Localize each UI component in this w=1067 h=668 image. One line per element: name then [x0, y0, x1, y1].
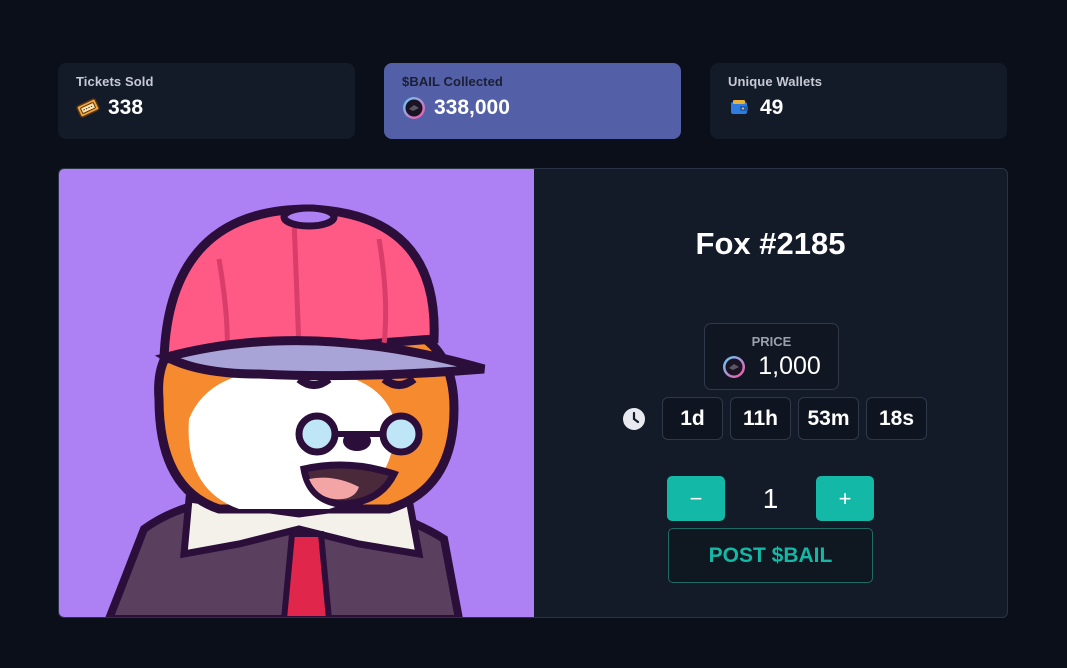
increment-button[interactable]: + — [816, 476, 874, 521]
timer-minutes: 53m — [798, 397, 859, 440]
stat-value: 338,000 — [434, 96, 510, 119]
wallet-icon — [731, 100, 748, 114]
decrement-button[interactable]: − — [667, 476, 725, 521]
nft-title: Fox #2185 — [695, 226, 846, 261]
quantity-stepper: − 1 + — [667, 476, 874, 521]
stat-card-bail-collected: $BAIL Collected 338,000 — [384, 63, 681, 139]
ticket-icon — [76, 98, 100, 118]
stat-card-tickets-sold: Tickets Sold 338 — [58, 63, 355, 139]
price-value: 1,000 — [758, 352, 821, 380]
quantity-value[interactable]: 1 — [725, 483, 816, 515]
fox-illustration — [105, 204, 486, 617]
timer-seconds: 18s — [866, 397, 927, 440]
bail-token-icon — [723, 355, 746, 378]
stat-label: $BAIL Collected — [402, 74, 503, 89]
price-label: PRICE — [751, 334, 792, 349]
raffle-info: Fox #2185 PRICE 1,000 1d 11h 53m 18s − 1… — [534, 169, 1007, 617]
bail-token-icon — [403, 97, 425, 119]
stat-label: Tickets Sold — [76, 74, 154, 89]
stat-value: 338 — [108, 96, 144, 119]
post-bail-button[interactable]: POST $BAIL — [668, 528, 873, 583]
stat-label: Unique Wallets — [728, 74, 823, 89]
price-box: PRICE 1,000 — [704, 323, 839, 390]
raffle-panel: Fox #2185 PRICE 1,000 1d 11h 53m 18s − 1… — [58, 168, 1008, 618]
timer-hours: 11h — [730, 397, 791, 440]
countdown-timer: 1d 11h 53m 18s — [622, 397, 927, 440]
stats-row: Tickets Sold 338 $BAIL Collected 338,000… — [58, 63, 1007, 139]
nft-image — [59, 169, 534, 617]
stat-value: 49 — [760, 96, 784, 119]
stat-card-unique-wallets: Unique Wallets 49 — [710, 63, 1007, 139]
clock-icon — [623, 407, 645, 430]
timer-days: 1d — [662, 397, 723, 440]
